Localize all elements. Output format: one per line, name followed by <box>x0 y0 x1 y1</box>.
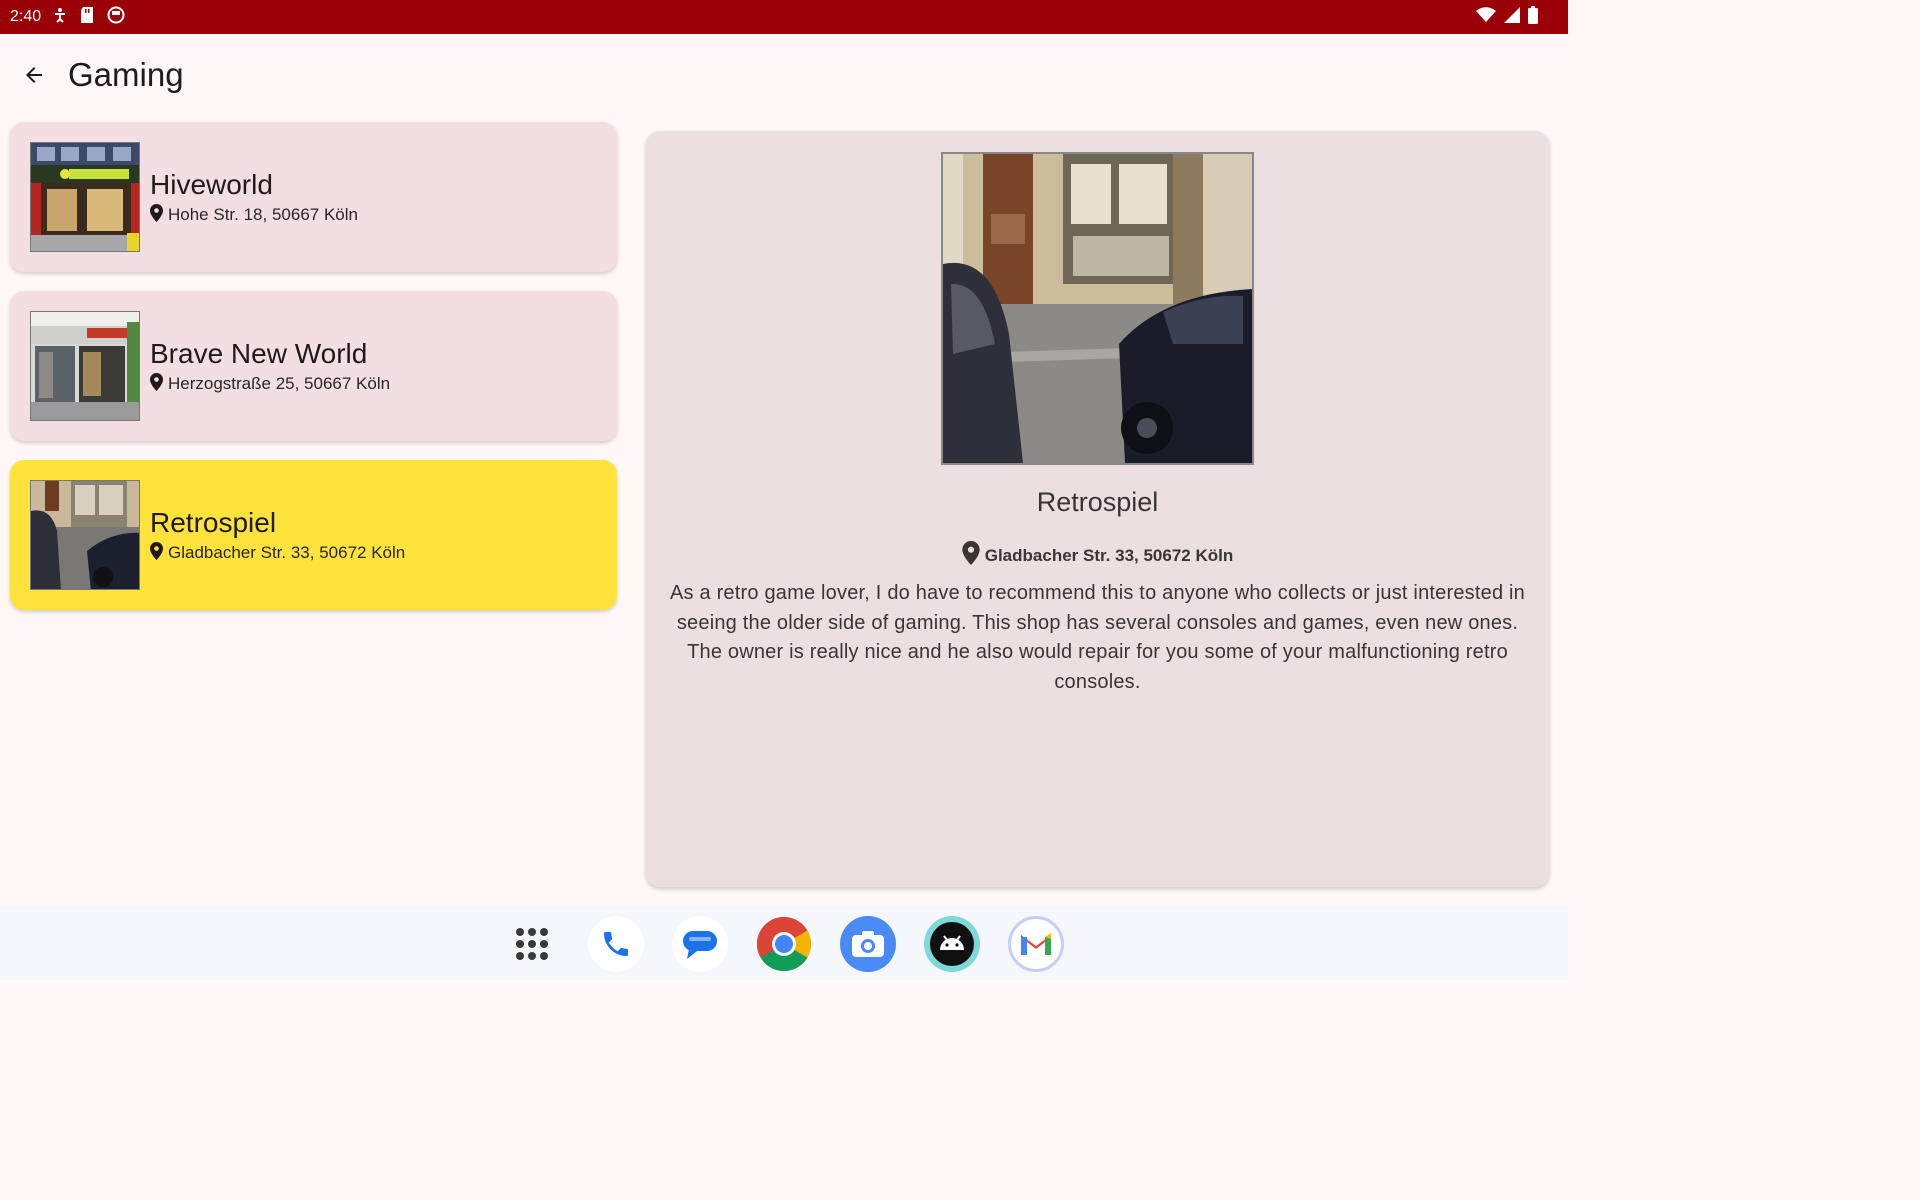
android-icon <box>930 921 974 966</box>
battery-icon <box>1528 5 1538 29</box>
places-list: Hiveworld Hohe Str. 18, 50667 Köln Brave… <box>10 122 617 629</box>
detail-place-name: Retrospiel <box>1036 487 1159 517</box>
chrome-app[interactable] <box>756 916 812 972</box>
messages-icon <box>683 930 717 959</box>
back-button[interactable] <box>10 51 58 99</box>
place-card-retrospiel[interactable]: Retrospiel Gladbacher Str. 33, 50672 Köl… <box>10 460 617 610</box>
detail-panel: Retrospiel Gladbacher Str. 33, 50672 Köl… <box>646 131 1549 887</box>
sync-icon <box>107 6 125 29</box>
signal-icon <box>1504 6 1520 28</box>
messages-app[interactable] <box>672 915 728 972</box>
camera-icon <box>852 930 884 957</box>
detail-description: As a retro game lover, I do have to reco… <box>670 582 1525 693</box>
place-thumbnail <box>30 142 140 252</box>
location-pin-icon <box>962 541 980 570</box>
place-name: Brave New World <box>150 337 368 369</box>
place-thumbnail <box>30 480 140 590</box>
camera-app[interactable] <box>840 915 896 972</box>
place-address: Hohe Str. 18, 50667 Köln <box>168 205 358 224</box>
place-address: Herzogstraße 25, 50667 Köln <box>168 374 391 393</box>
gmail-icon <box>1021 932 1051 955</box>
place-name: Hiveworld <box>150 168 273 200</box>
gmail-app[interactable] <box>1008 915 1064 972</box>
place-card-hiveworld[interactable]: Hiveworld Hohe Str. 18, 50667 Köln <box>10 122 617 272</box>
chrome-icon <box>756 916 812 971</box>
wifi-icon <box>1476 6 1496 28</box>
detail-place-address: Gladbacher Str. 33, 50672 Köln <box>984 545 1234 565</box>
phone-icon <box>604 931 628 956</box>
app-drawer-icon <box>516 927 548 960</box>
status-bar: 2:40 <box>0 0 1568 34</box>
location-pin-icon <box>150 203 163 227</box>
taskbar <box>0 907 1568 980</box>
location-pin-icon <box>150 541 163 565</box>
android-app[interactable] <box>924 915 980 972</box>
place-name: Retrospiel <box>150 506 277 538</box>
page-title: Gaming <box>68 56 184 93</box>
place-address: Gladbacher Str. 33, 50672 Köln <box>168 543 406 562</box>
place-thumbnail <box>30 311 140 421</box>
place-card-brave-new-world[interactable]: Brave New World Herzogstraße 25, 50667 K… <box>10 291 617 441</box>
app-bar: Gaming <box>0 34 1568 116</box>
sd-card-icon <box>79 6 95 29</box>
location-pin-icon <box>150 372 163 396</box>
phone-app[interactable] <box>588 915 644 972</box>
status-time: 2:40 <box>10 8 42 25</box>
accessibility-icon <box>53 7 67 28</box>
arrow-back-icon <box>26 67 42 83</box>
place-photo <box>941 152 1254 465</box>
app-drawer-button[interactable] <box>504 916 560 972</box>
